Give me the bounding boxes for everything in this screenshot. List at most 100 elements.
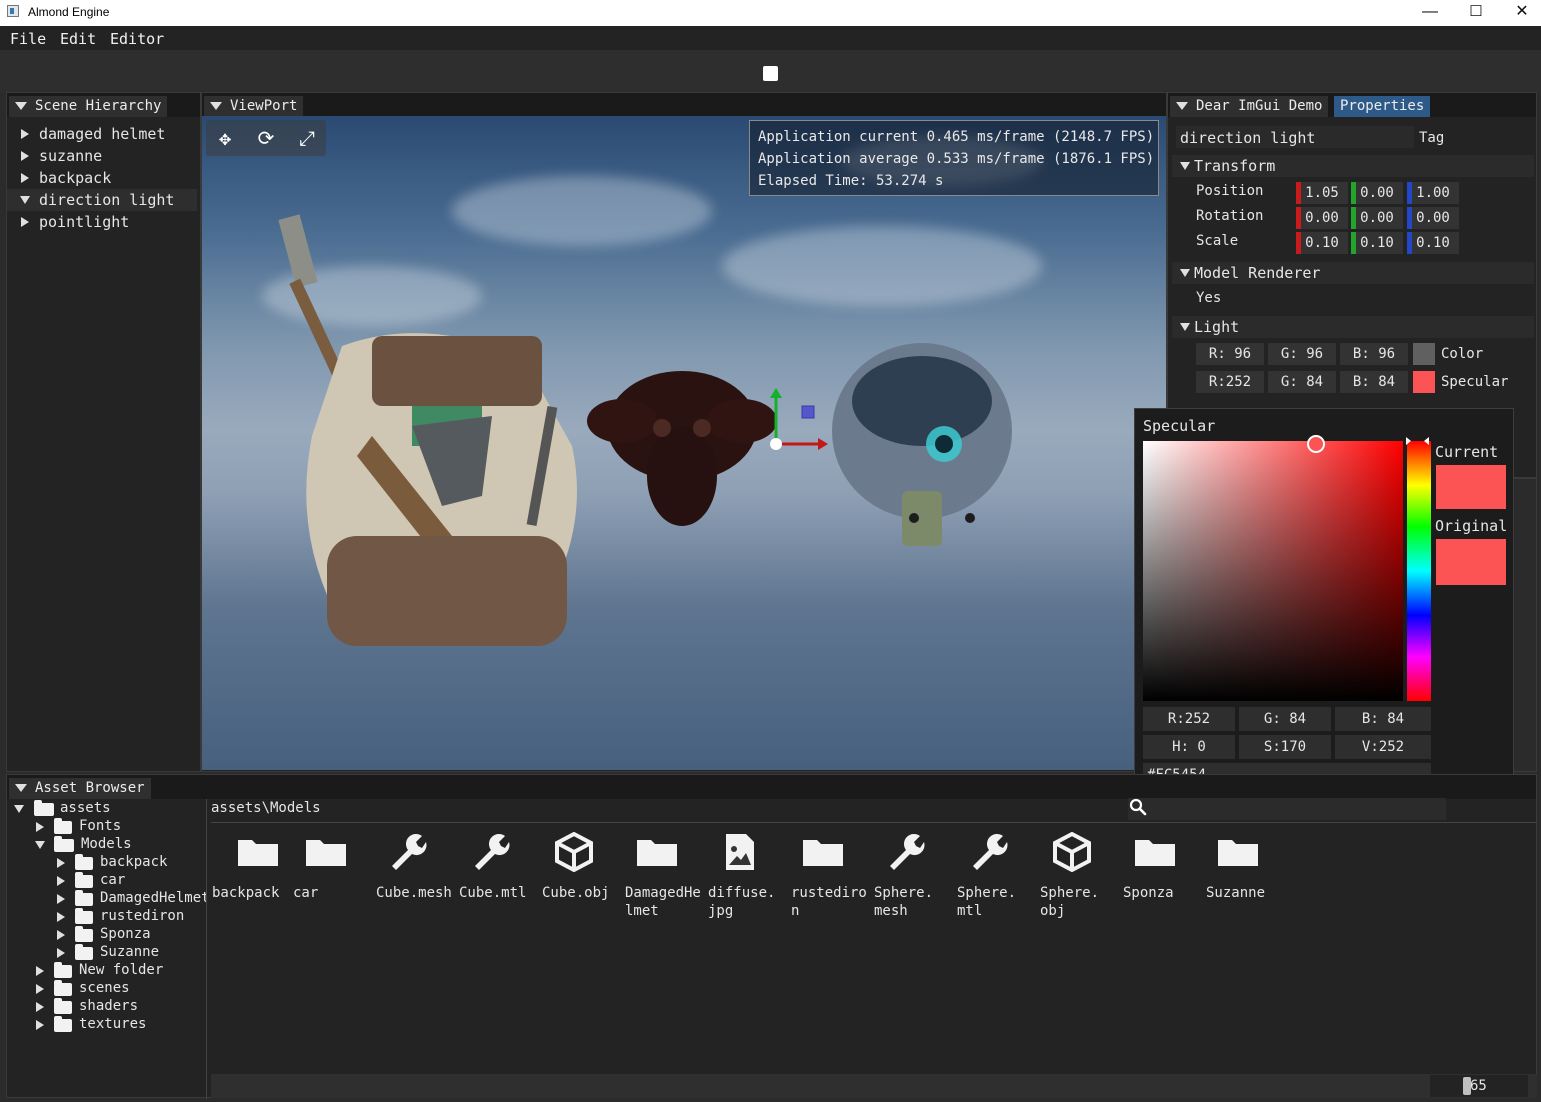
hierarchy-item-pointlight[interactable]: pointlight: [7, 211, 197, 233]
expand-icon[interactable]: [36, 1020, 44, 1030]
tree-item-fonts[interactable]: Fonts: [12, 818, 202, 836]
hierarchy-item-damaged-helmet[interactable]: damaged helmet: [7, 123, 197, 145]
collapse-icon[interactable]: [35, 841, 45, 849]
hierarchy-item-direction-light[interactable]: direction light: [7, 189, 197, 211]
specular-swatch[interactable]: [1413, 371, 1435, 393]
expand-icon[interactable]: [57, 858, 65, 868]
collapse-icon[interactable]: [1180, 162, 1190, 170]
viewport-scene[interactable]: [202, 116, 1166, 770]
stop-button[interactable]: [763, 66, 778, 81]
picker-v-field[interactable]: V:252: [1335, 735, 1431, 759]
tree-item-models[interactable]: Models: [12, 836, 202, 854]
specular-r-field[interactable]: R:252: [1196, 371, 1264, 393]
menu-file[interactable]: File: [10, 30, 46, 48]
collapse-icon[interactable]: [15, 784, 27, 792]
tab-viewport[interactable]: ViewPort: [204, 96, 304, 117]
color-b-field[interactable]: B: 96: [1340, 343, 1408, 365]
saturation-value-square[interactable]: [1143, 441, 1403, 701]
expand-icon[interactable]: [36, 966, 44, 976]
expand-icon[interactable]: [21, 151, 29, 161]
expand-icon[interactable]: [57, 912, 65, 922]
expand-icon[interactable]: [36, 1002, 44, 1012]
move-tool-icon[interactable]: ✥: [206, 120, 244, 156]
model-renderer-header[interactable]: Model Renderer: [1172, 262, 1534, 284]
tree-item-textures[interactable]: textures: [12, 1016, 202, 1034]
entity-name-input[interactable]: direction light: [1176, 126, 1414, 148]
expand-icon[interactable]: [57, 876, 65, 886]
suzanne-model[interactable]: [582, 366, 782, 536]
close-button[interactable]: ✕: [1499, 0, 1541, 26]
position-x-field[interactable]: 1.05: [1296, 182, 1348, 204]
tree-item-new-folder[interactable]: New folder: [12, 962, 202, 980]
tree-item-assets[interactable]: assets: [12, 800, 202, 818]
damaged-helmet-model[interactable]: [822, 341, 1022, 561]
backpack-model[interactable]: [232, 206, 612, 666]
rotation-x-field[interactable]: 0.00: [1296, 207, 1348, 229]
collapse-icon[interactable]: [210, 102, 222, 110]
expand-icon[interactable]: [36, 822, 44, 832]
tree-item-scenes[interactable]: scenes: [12, 980, 202, 998]
sv-cursor[interactable]: [1307, 435, 1325, 453]
splitter[interactable]: [206, 799, 207, 1099]
picker-g-field[interactable]: G: 84: [1239, 707, 1331, 731]
picker-r-field[interactable]: R:252: [1143, 707, 1235, 731]
collapse-icon[interactable]: [20, 196, 30, 204]
tab-properties[interactable]: Properties: [1334, 96, 1431, 117]
hierarchy-item-backpack[interactable]: backpack: [7, 167, 197, 189]
transform-header[interactable]: Transform: [1172, 155, 1534, 177]
expand-icon[interactable]: [21, 129, 29, 139]
search-icon[interactable]: [1129, 798, 1147, 816]
asset-name: Sphere. mtl: [957, 885, 1017, 919]
menu-edit[interactable]: Edit: [60, 30, 96, 48]
original-color-swatch[interactable]: [1436, 539, 1506, 585]
hue-slider[interactable]: [1407, 441, 1431, 701]
minimize-button[interactable]: —: [1407, 0, 1453, 26]
maximize-button[interactable]: ☐: [1453, 0, 1499, 26]
asset-search-input[interactable]: [1128, 798, 1446, 820]
tree-item-car[interactable]: car: [12, 872, 206, 890]
specular-g-field[interactable]: G: 84: [1268, 371, 1336, 393]
collapse-icon[interactable]: [1180, 323, 1190, 331]
hierarchy-item-suzanne[interactable]: suzanne: [7, 145, 197, 167]
folder-icon: [238, 840, 278, 866]
menu-editor[interactable]: Editor: [110, 30, 164, 48]
tree-item-rustediron[interactable]: rustediron: [12, 908, 206, 926]
expand-icon[interactable]: [36, 984, 44, 994]
light-header[interactable]: Light: [1172, 316, 1534, 338]
scale-x-field[interactable]: 0.10: [1296, 232, 1348, 254]
tab-dear-imgui-demo[interactable]: Dear ImGui Demo: [1170, 96, 1329, 117]
collapse-icon[interactable]: [14, 805, 24, 813]
color-swatch[interactable]: [1413, 343, 1435, 365]
expand-icon[interactable]: [21, 173, 29, 183]
collapse-icon[interactable]: [1180, 269, 1190, 277]
scale-z-field[interactable]: 0.10: [1407, 232, 1459, 254]
rotation-z-field[interactable]: 0.00: [1407, 207, 1459, 229]
tree-item-shaders[interactable]: shaders: [12, 998, 202, 1016]
tab-scene-hierarchy[interactable]: Scene Hierarchy: [9, 96, 168, 117]
rotate-tool-icon[interactable]: ⟳: [247, 120, 285, 156]
color-g-field[interactable]: G: 96: [1268, 343, 1336, 365]
specular-b-field[interactable]: B: 84: [1340, 371, 1408, 393]
translate-gizmo[interactable]: [762, 386, 842, 456]
position-y-field[interactable]: 0.00: [1351, 182, 1403, 204]
tree-item-suzanne[interactable]: Suzanne: [12, 944, 206, 962]
color-r-field[interactable]: R: 96: [1196, 343, 1264, 365]
collapse-icon[interactable]: [15, 102, 27, 110]
tree-item-backpack[interactable]: backpack: [12, 854, 206, 872]
thumbnail-size-slider[interactable]: 65: [1430, 1075, 1528, 1097]
expand-icon[interactable]: [57, 894, 65, 904]
scale-tool-icon[interactable]: ⤢: [288, 120, 326, 156]
picker-h-field[interactable]: H: 0: [1143, 735, 1235, 759]
rotation-y-field[interactable]: 0.00: [1351, 207, 1403, 229]
picker-b-field[interactable]: B: 84: [1335, 707, 1431, 731]
picker-s-field[interactable]: S:170: [1239, 735, 1331, 759]
scale-y-field[interactable]: 0.10: [1351, 232, 1403, 254]
collapse-icon[interactable]: [1176, 102, 1188, 110]
expand-icon[interactable]: [57, 930, 65, 940]
expand-icon[interactable]: [57, 948, 65, 958]
tree-item-sponza[interactable]: Sponza: [12, 926, 206, 944]
expand-icon[interactable]: [21, 217, 29, 227]
tree-item-damagedhelmet[interactable]: DamagedHelmet: [12, 890, 206, 908]
position-z-field[interactable]: 1.00: [1407, 182, 1459, 204]
tab-asset-browser[interactable]: Asset Browser: [9, 778, 151, 799]
